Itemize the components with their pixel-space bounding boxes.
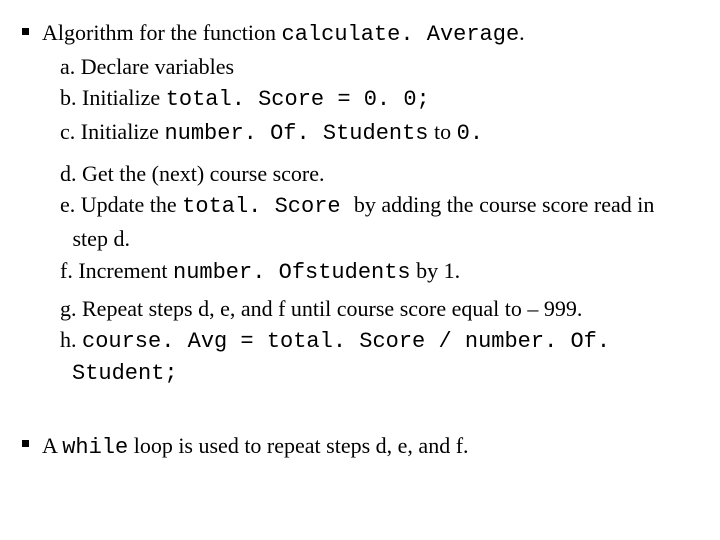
slide: Algorithm for the function calculate. Av…	[0, 0, 720, 482]
item-f-prefix: f. Increment	[60, 258, 173, 283]
item-g: g. Repeat steps d, e, and f until course…	[60, 294, 702, 324]
item-c-code2: 0.	[457, 121, 483, 146]
item-e-mid: by adding the course score read in	[354, 192, 655, 217]
item-f-code: number. Ofstudents	[173, 260, 411, 285]
bullet-1: Algorithm for the function calculate. Av…	[22, 18, 702, 50]
item-h-prefix: h.	[60, 327, 82, 352]
item-b-prefix: b. Initialize	[60, 85, 166, 110]
spacer	[60, 151, 702, 159]
item-c-code: number. Of. Students	[164, 121, 428, 146]
bullet-1-text-prefix: Algorithm for the function	[42, 20, 282, 45]
bullet-2-text-suffix: loop is used to repeat steps d, e, and f…	[128, 433, 468, 458]
item-h: h. course. Avg = total. Score / number. …	[60, 325, 702, 388]
spacer	[22, 391, 702, 431]
item-h-code: course. Avg = total. Score / number. Of.…	[72, 329, 610, 386]
item-e: e. Update the total. Score by adding the…	[60, 190, 702, 222]
item-f-suffix: by 1.	[411, 258, 461, 283]
bullet-1-text-suffix: .	[519, 20, 525, 45]
item-a: a. Declare variables	[60, 52, 702, 82]
item-c-prefix: c. Initialize	[60, 119, 164, 144]
item-f: f. Increment number. Ofstudents by 1.	[60, 256, 702, 288]
item-c: c. Initialize number. Of. Students to 0.	[60, 117, 702, 149]
item-e-cont: step d.	[60, 224, 702, 254]
item-e-code: total. Score	[182, 194, 354, 219]
item-c-mid: to	[429, 119, 457, 144]
bullet-2-text-prefix: A	[42, 433, 62, 458]
sublist: a. Declare variables b. Initialize total…	[22, 52, 702, 389]
item-b: b. Initialize total. Score = 0. 0;	[60, 83, 702, 115]
item-b-code: total. Score = 0. 0;	[166, 87, 430, 112]
bullet-2-code: while	[62, 435, 128, 460]
bullet-2: A while loop is used to repeat steps d, …	[22, 431, 702, 463]
bullet-icon	[22, 28, 29, 35]
bullet-icon	[22, 440, 29, 447]
item-d: d. Get the (next) course score.	[60, 159, 702, 189]
bullet-1-code: calculate. Average	[282, 22, 520, 47]
item-e-prefix: e. Update the	[60, 192, 182, 217]
item-e-cont-text: step d.	[73, 226, 130, 251]
